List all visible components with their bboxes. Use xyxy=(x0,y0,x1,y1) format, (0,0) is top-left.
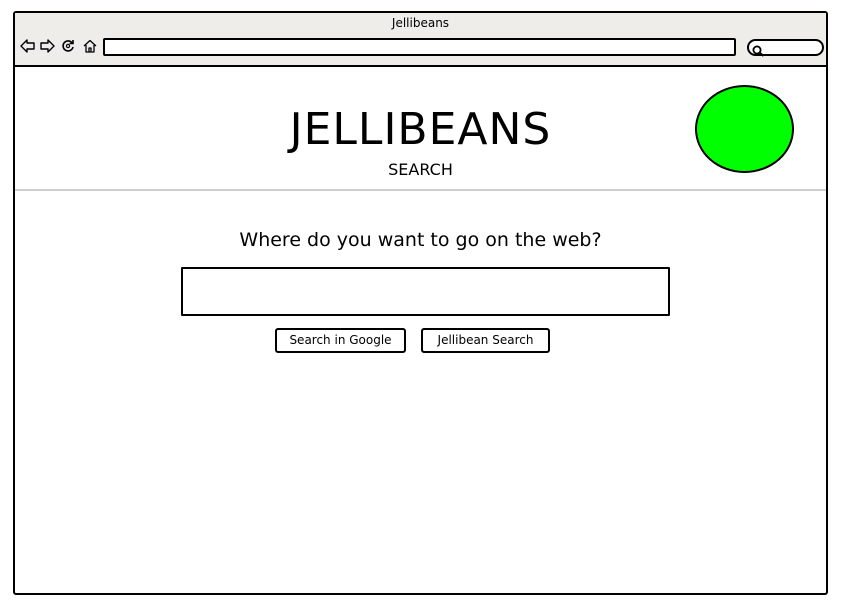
browser-search-field[interactable] xyxy=(747,39,824,57)
search-icon xyxy=(752,42,765,61)
jellibean-search-button[interactable]: Jellibean Search xyxy=(421,328,550,353)
search-input[interactable] xyxy=(181,267,670,316)
back-arrow-icon[interactable] xyxy=(20,38,36,54)
search-in-google-button[interactable]: Search in Google xyxy=(275,328,406,353)
browser-chrome: Jellibeans xyxy=(15,13,826,67)
window-title: Jellibeans xyxy=(391,16,450,30)
forward-arrow-icon[interactable] xyxy=(39,38,55,54)
site-header: JELLIBEANS SEARCH xyxy=(15,65,826,191)
home-icon[interactable] xyxy=(82,38,98,54)
reload-icon[interactable] xyxy=(60,38,76,54)
browser-window: Jellibeans JELLIBEANS SEARCH Where do yo… xyxy=(13,11,828,595)
search-prompt: Where do you want to go on the web? xyxy=(239,229,602,251)
green-circle-logo xyxy=(695,85,794,173)
site-subtitle: SEARCH xyxy=(388,160,453,179)
address-bar[interactable] xyxy=(103,38,736,56)
